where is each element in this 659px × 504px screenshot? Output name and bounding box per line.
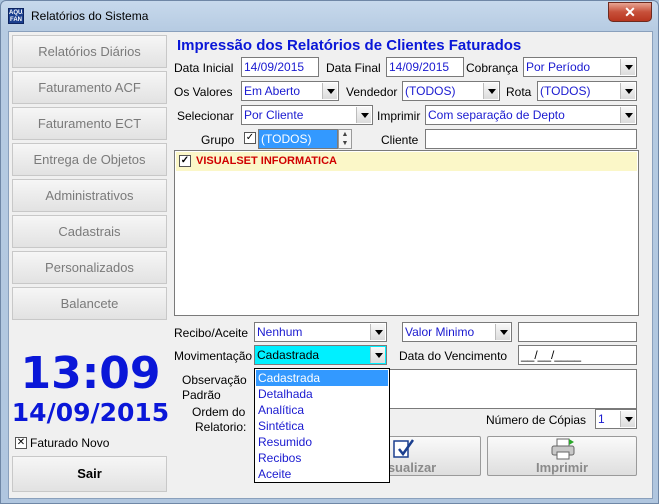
selecionar-select[interactable]: Por Cliente xyxy=(241,105,373,125)
dropdown-option-recibos[interactable]: Recibos xyxy=(256,450,388,466)
chevron-down-icon[interactable] xyxy=(620,83,635,99)
recibo-label: Recibo/Aceite xyxy=(174,326,249,340)
cliente-label: Cliente xyxy=(381,133,419,147)
grupo-field[interactable]: (TODOS) xyxy=(258,129,338,149)
os-valores-value: Em Aberto xyxy=(244,84,301,98)
valor-minimo-value: Valor Minimo xyxy=(405,325,475,339)
data-final-label: Data Final xyxy=(326,61,381,75)
vendedor-value: (TODOS) xyxy=(405,84,456,98)
close-button[interactable]: ✕ xyxy=(608,2,652,22)
dropdown-option-detalhada[interactable]: Detalhada xyxy=(256,386,388,402)
page-title: Impressão dos Relatórios de Clientes Fat… xyxy=(177,37,522,54)
copias-label: Número de Cópias xyxy=(486,413,587,427)
printer-icon xyxy=(551,438,575,460)
imprimir-label: Imprimir xyxy=(377,109,421,123)
padrao-label: Padrão xyxy=(182,388,221,402)
sidebar-item-administrativos[interactable]: Administrativos xyxy=(12,179,167,212)
data-inicial-field[interactable]: 14/09/2015 xyxy=(241,57,319,77)
vencimento-field[interactable]: __/__/____ xyxy=(518,345,637,365)
client-item-label: VISUALSET INFORMATICA xyxy=(196,155,337,167)
chevron-down-icon[interactable] xyxy=(620,411,635,427)
rota-select[interactable]: (TODOS) xyxy=(537,81,637,101)
os-valores-select[interactable]: Em Aberto xyxy=(241,81,339,101)
ordem-label: Ordem do xyxy=(192,405,246,419)
dropdown-option-sintetica[interactable]: Sintética xyxy=(256,418,388,434)
selecionar-value: Por Cliente xyxy=(244,108,304,122)
dropdown-option-cadastrada[interactable]: Cadastrada xyxy=(256,370,388,386)
movimentacao-label: Movimentação xyxy=(174,349,253,363)
imprimir-button[interactable]: Imprimir xyxy=(487,436,637,476)
chevron-down-icon[interactable] xyxy=(356,107,371,123)
data-final-field[interactable]: 14/09/2015 xyxy=(386,57,464,77)
app-logo-icon: AQUA FAN xyxy=(8,8,24,24)
sidebar-item-relatorios-diarios[interactable]: Relatórios Diários xyxy=(12,35,167,68)
vendedor-label: Vendedor xyxy=(346,85,398,99)
clock-date: 14/09/2015 xyxy=(11,398,170,427)
client-list[interactable]: ✓ VISUALSET INFORMATICA xyxy=(174,150,639,316)
sidebar-item-entrega-objetos[interactable]: Entrega de Objetos xyxy=(12,143,167,176)
exit-button[interactable]: Sair xyxy=(12,456,167,492)
chevron-down-icon[interactable] xyxy=(620,59,635,75)
sidebar-item-personalizados[interactable]: Personalizados xyxy=(12,251,167,284)
copias-value: 1 xyxy=(598,412,605,426)
sidebar-item-faturamento-acf[interactable]: Faturamento ACF xyxy=(12,71,167,104)
chevron-down-icon[interactable] xyxy=(322,83,337,99)
sidebar-item-cadastrais[interactable]: Cadastrais xyxy=(12,215,167,248)
grupo-spinner[interactable]: ▲ ▼ xyxy=(338,129,352,149)
preview-icon xyxy=(393,439,415,458)
app-window: AQUA FAN Relatórios do Sistema ✕ Relatór… xyxy=(0,0,659,504)
sidebar-item-balancete[interactable]: Balancete xyxy=(12,287,167,320)
sidebar-item-faturamento-ect[interactable]: Faturamento ECT xyxy=(12,107,167,140)
relatorio-label: Relatorio: xyxy=(195,420,247,434)
vencimento-label: Data do Vencimento xyxy=(399,349,508,363)
cobranca-label: Cobrança xyxy=(466,61,519,75)
window-title: Relatórios do Sistema xyxy=(31,9,149,23)
grupo-checkbox[interactable]: ✓ xyxy=(244,132,256,144)
imprimir-value: Com separação de Depto xyxy=(428,108,565,122)
rota-value: (TODOS) xyxy=(540,84,591,98)
cobranca-select[interactable]: Por Período xyxy=(523,57,637,77)
dropdown-option-analitica[interactable]: Analítica xyxy=(256,402,388,418)
movimentacao-dropdown[interactable]: Cadastrada Detalhada Analítica Sintética… xyxy=(254,368,390,483)
movimentacao-value: Cadastrada xyxy=(257,348,320,362)
copias-select[interactable]: 1 xyxy=(595,409,637,429)
clock-time: 13:09 xyxy=(20,348,161,399)
recibo-value: Nenhum xyxy=(257,325,303,339)
rota-label: Rota xyxy=(506,85,532,99)
valor-input[interactable] xyxy=(518,322,637,342)
observacao-label: Observação xyxy=(182,373,247,387)
chevron-down-icon[interactable] xyxy=(370,347,385,363)
faturado-novo-checkbox[interactable]: ✕ xyxy=(15,437,27,449)
vendedor-select[interactable]: (TODOS) xyxy=(402,81,500,101)
movimentacao-select[interactable]: Cadastrada xyxy=(254,345,387,365)
dropdown-option-resumido[interactable]: Resumido xyxy=(256,434,388,450)
selecionar-label: Selecionar xyxy=(177,109,234,123)
chevron-down-icon[interactable] xyxy=(620,107,635,123)
faturado-novo-label: Faturado Novo xyxy=(30,436,110,450)
chevron-down-icon[interactable] xyxy=(495,324,510,340)
chevron-down-icon[interactable] xyxy=(370,324,385,340)
list-item[interactable]: ✓ VISUALSET INFORMATICA xyxy=(176,152,637,171)
valor-minimo-select[interactable]: Valor Minimo xyxy=(402,322,512,342)
imprimir-select[interactable]: Com separação de Depto xyxy=(425,105,637,125)
os-valores-label: Os Valores xyxy=(174,85,233,99)
cliente-input[interactable] xyxy=(425,129,637,149)
chevron-down-icon[interactable] xyxy=(483,83,498,99)
dropdown-option-aceite[interactable]: Aceite xyxy=(256,466,388,482)
data-inicial-label: Data Inicial xyxy=(174,61,234,75)
imprimir-btn-label: Imprimir xyxy=(535,460,588,475)
grupo-label: Grupo xyxy=(201,133,235,147)
recibo-select[interactable]: Nenhum xyxy=(254,322,387,342)
cobranca-value: Por Período xyxy=(526,60,591,74)
client-area: Relatórios Diários Faturamento ACF Fatur… xyxy=(8,31,653,499)
client-item-checkbox[interactable]: ✓ xyxy=(179,155,191,167)
title-bar[interactable]: AQUA FAN Relatórios do Sistema ✕ xyxy=(1,1,658,31)
